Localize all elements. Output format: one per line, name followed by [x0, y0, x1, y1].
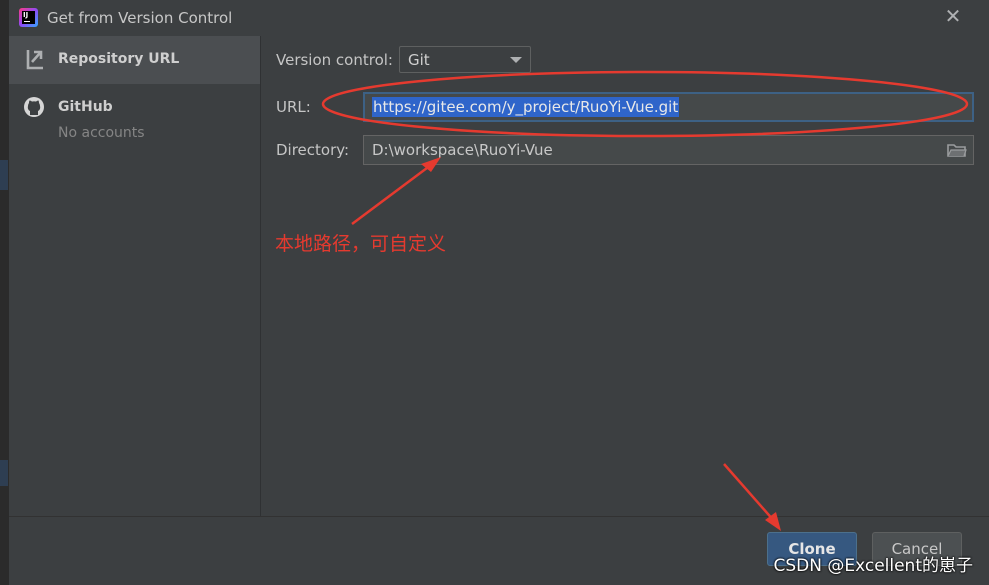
get-from-vcs-dialog: IJ Get from Version Control ✕ Repository… — [8, 0, 989, 585]
sidebar-item-github[interactable]: GitHub No accounts — [9, 84, 260, 148]
chevron-down-icon — [510, 57, 522, 63]
repository-url-panel: Version control: Git URL: https://gitee.… — [261, 36, 989, 516]
app-icon-letters: IJ — [22, 11, 35, 24]
title-bar: IJ Get from Version Control ✕ — [9, 0, 989, 36]
intellij-app-icon: IJ — [19, 8, 38, 27]
directory-label: Directory: — [276, 141, 350, 159]
annotation-note: 本地路径，可自定义 — [275, 233, 447, 255]
github-accounts-status: No accounts — [58, 125, 145, 141]
sidebar: Repository URL GitHub No accounts — [9, 36, 261, 516]
directory-value: D:\workspace\RuoYi-Vue — [372, 141, 553, 159]
csdn-watermark: CSDN @Excellent的崽子 — [773, 556, 973, 576]
version-control-label: Version control: — [276, 51, 393, 69]
github-icon — [24, 97, 44, 117]
folder-icon[interactable] — [947, 142, 967, 158]
url-selection: https://gitee.com/y_project/RuoYi-Vue.gi… — [372, 97, 680, 117]
close-icon[interactable]: ✕ — [943, 6, 963, 26]
url-input[interactable]: https://gitee.com/y_project/RuoYi-Vue.gi… — [363, 92, 974, 122]
url-label: URL: — [276, 98, 311, 116]
version-control-select[interactable]: Git — [399, 46, 531, 73]
directory-input[interactable]: D:\workspace\RuoYi-Vue — [363, 135, 974, 165]
version-control-value: Git — [408, 51, 430, 69]
url-value: https://gitee.com/y_project/RuoYi-Vue.gi… — [373, 98, 679, 116]
sidebar-item-repository-url[interactable]: Repository URL — [9, 36, 260, 84]
vcs-branch-icon — [26, 50, 43, 70]
sidebar-item-label: Repository URL — [58, 51, 180, 67]
window-title: Get from Version Control — [47, 9, 233, 27]
sidebar-item-label: GitHub — [58, 99, 113, 115]
